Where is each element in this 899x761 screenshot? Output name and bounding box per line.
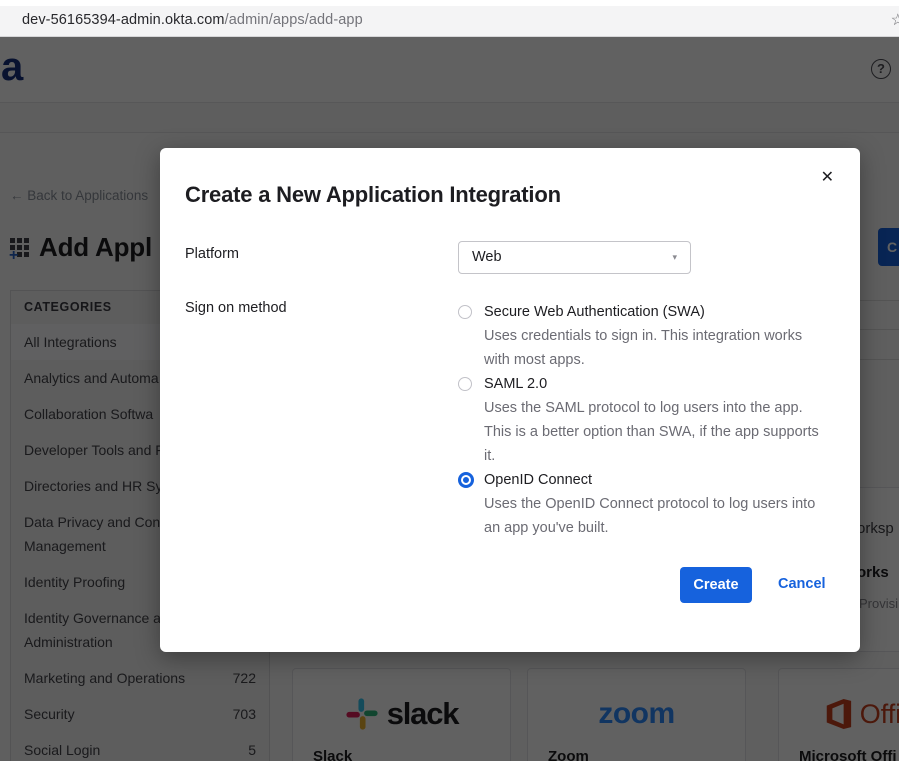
modal-title: Create a New Application Integration — [185, 182, 561, 208]
sign-on-method-label: Sign on method — [185, 300, 287, 316]
browser-address-bar[interactable]: dev-56165394-admin.okta.com/admin/apps/a… — [0, 0, 899, 37]
close-icon[interactable]: ✕ — [821, 170, 834, 186]
platform-label: Platform — [185, 246, 239, 262]
radio-oidc[interactable] — [458, 472, 474, 488]
sign-on-options: Secure Web Authentication (SWA) Uses cre… — [458, 300, 823, 540]
create-button[interactable]: Create — [680, 567, 752, 603]
option-oidc[interactable]: OpenID Connect Uses the OpenID Connect p… — [458, 468, 823, 540]
chevron-down-icon: ▾ — [672, 242, 677, 273]
browser-top-strip — [0, 0, 899, 6]
page-url[interactable]: dev-56165394-admin.okta.com/admin/apps/a… — [22, 12, 363, 28]
bookmark-star-icon[interactable]: ☆ — [891, 10, 899, 30]
option-saml[interactable]: SAML 2.0 Uses the SAML protocol to log u… — [458, 372, 823, 468]
platform-select[interactable]: Web ▾ — [458, 241, 691, 274]
radio-saml[interactable] — [458, 377, 472, 391]
radio-swa[interactable] — [458, 305, 472, 319]
create-app-integration-modal: ✕ Create a New Application Integration P… — [160, 148, 860, 652]
cancel-button[interactable]: Cancel — [778, 576, 826, 592]
option-swa[interactable]: Secure Web Authentication (SWA) Uses cre… — [458, 300, 823, 372]
